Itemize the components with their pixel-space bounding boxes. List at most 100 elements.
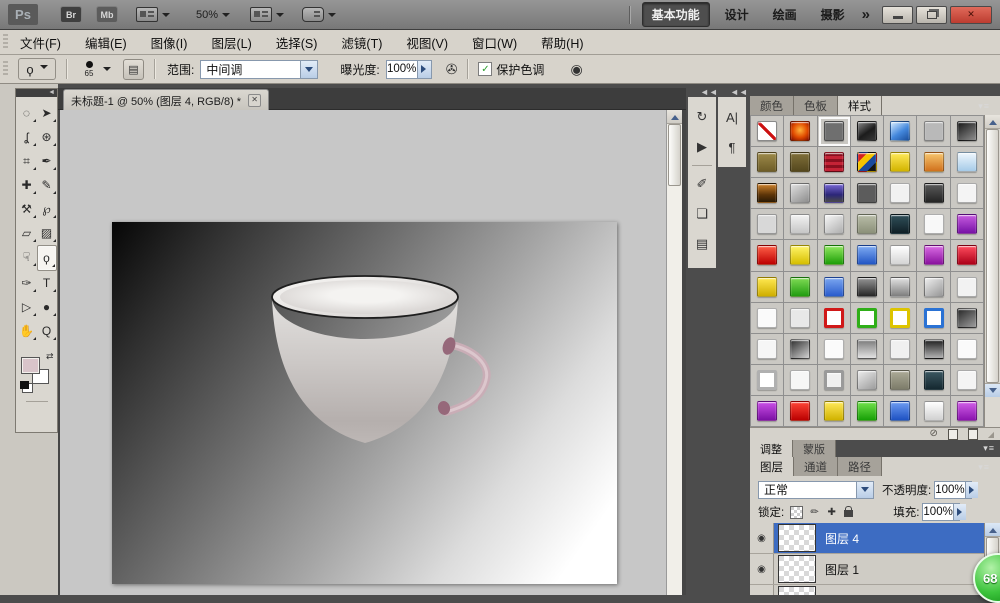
- tablet-pressure-icon[interactable]: ◉: [570, 61, 582, 78]
- style-swatch-cell[interactable]: [751, 396, 784, 427]
- chevron-down-icon[interactable]: [856, 482, 873, 498]
- swap-colors-icon[interactable]: ⇄: [46, 351, 54, 362]
- style-swatch-cell[interactable]: [851, 334, 884, 365]
- panel-menu-icon[interactable]: ▾≡: [978, 101, 990, 112]
- style-swatch-cell[interactable]: [851, 303, 884, 334]
- style-swatch-cell[interactable]: [917, 272, 950, 303]
- panel-menu-icon[interactable]: ▾≡: [983, 443, 995, 454]
- tab-调整[interactable]: 调整: [750, 440, 793, 457]
- tab-色板[interactable]: 色板: [794, 96, 838, 115]
- foreground-color-swatch[interactable]: [21, 357, 40, 374]
- style-swatch-cell[interactable]: [884, 396, 917, 427]
- style-swatch-cell[interactable]: [951, 147, 984, 178]
- style-swatch-cell[interactable]: [818, 147, 851, 178]
- layer-row[interactable]: ◉: [750, 585, 984, 595]
- style-swatch-cell[interactable]: [818, 365, 851, 396]
- tab-路径[interactable]: 路径: [838, 457, 882, 476]
- layer-visibility-toggle[interactable]: ◉: [750, 554, 774, 584]
- actions-panel-icon[interactable]: ▶: [688, 132, 716, 162]
- bridge-button[interactable]: Br: [60, 6, 82, 23]
- style-swatch-cell[interactable]: [917, 116, 950, 147]
- style-swatch-cell[interactable]: [751, 240, 784, 271]
- mini-bridge-button[interactable]: Mb: [96, 6, 118, 23]
- style-swatch-cell[interactable]: [917, 178, 950, 209]
- style-swatch-cell[interactable]: [951, 334, 984, 365]
- workspace-button[interactable]: 绘画: [764, 3, 806, 26]
- style-swatch-cell[interactable]: [784, 365, 817, 396]
- slider-arrow-icon[interactable]: [953, 504, 966, 520]
- more-workspaces-button[interactable]: »: [862, 6, 870, 23]
- workspace-button[interactable]: 基本功能: [642, 2, 710, 27]
- lock-image-pixels-icon[interactable]: ✏: [807, 507, 822, 518]
- style-swatch-cell[interactable]: [751, 116, 784, 147]
- menu-item[interactable]: 窗口(W): [460, 33, 529, 52]
- style-swatch-cell[interactable]: [884, 178, 917, 209]
- dodge-tool[interactable]: ϙ: [37, 245, 57, 271]
- style-swatch-cell[interactable]: [951, 178, 984, 209]
- pasteboard[interactable]: [60, 110, 666, 595]
- lock-all-icon[interactable]: [844, 510, 853, 517]
- arrange-documents-icon[interactable]: [250, 7, 272, 22]
- scroll-up-icon[interactable]: [985, 115, 1000, 129]
- style-swatch-cell[interactable]: [751, 209, 784, 240]
- default-colors-icon[interactable]: [20, 381, 29, 389]
- style-swatch-cell[interactable]: [884, 272, 917, 303]
- collapse-dock-icon[interactable]: ◄◄: [700, 88, 718, 96]
- menu-item[interactable]: 图层(L): [199, 33, 263, 52]
- layer-thumbnail[interactable]: [778, 524, 816, 552]
- style-swatch-cell[interactable]: [751, 147, 784, 178]
- layer-row[interactable]: ◉图层 1: [750, 554, 984, 585]
- menu-item[interactable]: 滤镜(T): [329, 33, 394, 52]
- clear-style-icon[interactable]: ⊘: [929, 429, 937, 439]
- tab-通道[interactable]: 通道: [794, 457, 838, 476]
- style-swatch-cell[interactable]: [818, 334, 851, 365]
- layer-visibility-toggle[interactable]: ◉: [750, 523, 774, 553]
- style-swatch-cell[interactable]: [784, 116, 817, 147]
- close-button[interactable]: ✕: [950, 6, 992, 24]
- style-swatch-cell[interactable]: [884, 365, 917, 396]
- style-swatch-cell[interactable]: [951, 240, 984, 271]
- style-swatch-cell[interactable]: [851, 209, 884, 240]
- fill-input[interactable]: 100%: [922, 503, 960, 521]
- elliptical-marquee-tool[interactable]: ◌: [17, 101, 37, 125]
- chevron-down-icon[interactable]: [222, 13, 230, 21]
- zoom-tool[interactable]: Q: [37, 319, 57, 343]
- new-style-icon[interactable]: [948, 429, 958, 440]
- delete-style-icon[interactable]: [968, 428, 978, 440]
- style-swatch-cell[interactable]: [884, 116, 917, 147]
- screen-mode-icon[interactable]: [302, 7, 324, 22]
- zoom-level-control[interactable]: 50%: [196, 9, 218, 21]
- style-swatch-cell[interactable]: [818, 303, 851, 334]
- style-swatch-cell[interactable]: [917, 396, 950, 427]
- style-swatch-cell[interactable]: [751, 178, 784, 209]
- style-swatch-cell[interactable]: [784, 209, 817, 240]
- eraser-tool[interactable]: ▱: [17, 221, 37, 245]
- style-swatch-cell[interactable]: [818, 209, 851, 240]
- style-swatch-cell[interactable]: [818, 178, 851, 209]
- layer-visibility-toggle[interactable]: ◉: [750, 585, 774, 595]
- crop-tool[interactable]: ⌗: [17, 149, 37, 173]
- layer-row[interactable]: ◉图层 4: [750, 523, 984, 554]
- brush-preset-picker[interactable]: 65: [79, 61, 99, 78]
- style-swatch-cell[interactable]: [951, 209, 984, 240]
- ellipse-tool[interactable]: ●: [37, 295, 57, 319]
- style-swatch-cell[interactable]: [851, 396, 884, 427]
- document-tab[interactable]: 未标题-1 @ 50% (图层 4, RGB/8) * ✕: [63, 89, 269, 111]
- scrollbar-thumb[interactable]: [668, 124, 681, 186]
- style-swatch-cell[interactable]: [884, 209, 917, 240]
- style-swatch-cell[interactable]: [818, 272, 851, 303]
- tool-preset-picker[interactable]: ϙ: [18, 58, 56, 80]
- menu-item[interactable]: 选择(S): [264, 33, 330, 52]
- minimize-button[interactable]: [882, 6, 913, 24]
- blend-mode-select[interactable]: 正常: [758, 481, 874, 499]
- paragraph-panel-icon[interactable]: ¶: [718, 132, 746, 162]
- tab-样式[interactable]: 样式: [838, 96, 882, 115]
- restore-button[interactable]: [916, 6, 947, 24]
- menu-item[interactable]: 视图(V): [394, 33, 460, 52]
- style-swatch-cell[interactable]: [851, 116, 884, 147]
- style-swatch-cell[interactable]: [784, 178, 817, 209]
- tab-颜色[interactable]: 颜色: [750, 96, 794, 115]
- chevron-down-icon[interactable]: [300, 61, 317, 78]
- chevron-down-icon[interactable]: [328, 13, 336, 21]
- history-panel-icon[interactable]: ↻: [688, 102, 716, 132]
